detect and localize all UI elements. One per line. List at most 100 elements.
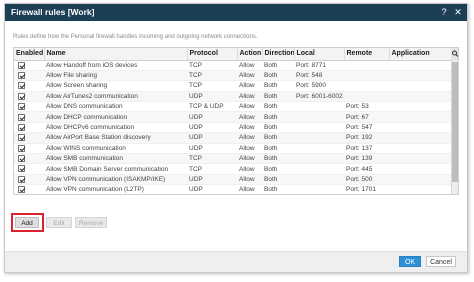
cell-name: Allow WINS communication: [44, 143, 187, 155]
cell-application: [389, 132, 451, 144]
add-button[interactable]: Add: [15, 217, 39, 228]
cell-remote: Port: 139: [344, 153, 389, 165]
enabled-checkbox[interactable]: [18, 144, 25, 152]
cell-protocol: UDP: [187, 184, 237, 194]
enabled-cell: [14, 80, 44, 92]
enabled-checkbox[interactable]: [18, 103, 25, 111]
ok-button[interactable]: OK: [399, 256, 421, 267]
cell-direction: Both: [262, 70, 294, 82]
enabled-checkbox[interactable]: [18, 61, 25, 69]
cell-name: Allow Screen sharing: [44, 80, 187, 92]
table-row[interactable]: Allow AirTunes2 communication UDP Allow Bot…: [14, 91, 451, 103]
table-row[interactable]: Allow AirPort Base Station discovery UDP A…: [14, 132, 451, 144]
cell-local: [294, 184, 344, 194]
column-header-direction[interactable]: Direction: [262, 48, 295, 61]
edit-button[interactable]: Edit: [46, 217, 72, 228]
help-icon[interactable]: ?: [438, 6, 450, 18]
enabled-checkbox[interactable]: [18, 71, 25, 79]
table-row[interactable]: Allow File sharing TCP Allow Both Port: 548: [14, 70, 451, 82]
enabled-checkbox[interactable]: [18, 165, 25, 173]
cell-action: Allow: [237, 91, 262, 103]
cell-local: [294, 101, 344, 113]
cell-remote: Port: 137: [344, 143, 389, 155]
enabled-checkbox[interactable]: [18, 123, 25, 131]
cell-direction: Both: [262, 184, 294, 194]
remove-button[interactable]: Remove: [75, 217, 107, 228]
search-icon[interactable]: [451, 48, 458, 60]
enabled-cell: [14, 184, 44, 194]
column-header-local[interactable]: Local: [294, 48, 345, 61]
rules-table-container: Enabled Name Protocol Action Direction L…: [13, 47, 459, 195]
enabled-checkbox[interactable]: [18, 155, 25, 163]
cell-application: [389, 184, 451, 194]
table-row[interactable]: Allow VPN communication (ISAKMP/IKE) UDP A…: [14, 174, 451, 186]
column-header-name[interactable]: Name: [44, 48, 188, 61]
column-header-protocol[interactable]: Protocol: [187, 48, 238, 61]
cell-remote: Port: 445: [344, 163, 389, 175]
cell-protocol: TCP: [187, 60, 237, 71]
cell-direction: Both: [262, 91, 294, 103]
scrollbar-thumb[interactable]: [452, 62, 458, 182]
column-header-remote[interactable]: Remote: [344, 48, 390, 61]
cell-name: Allow AirTunes2 communication: [44, 91, 187, 103]
cell-protocol: UDP: [187, 174, 237, 186]
cell-direction: Both: [262, 143, 294, 155]
enabled-checkbox[interactable]: [18, 175, 25, 183]
table-row[interactable]: Allow DHCP communication UDP Allow Both Port…: [14, 111, 451, 123]
cell-local: Port: 5900: [294, 80, 344, 92]
cell-remote: Port: 67: [344, 111, 389, 123]
cell-application: [389, 111, 451, 123]
cell-remote: Port: 1701: [344, 184, 389, 194]
enabled-cell: [14, 70, 44, 82]
enabled-cell: [14, 122, 44, 134]
cell-name: Allow Handoff from iOS devices: [44, 60, 187, 71]
cell-action: Allow: [237, 70, 262, 82]
cell-protocol: UDP: [187, 122, 237, 134]
cell-remote: Port: 547: [344, 122, 389, 134]
cell-remote: [344, 80, 389, 92]
enabled-checkbox[interactable]: [18, 92, 25, 100]
cell-application: [389, 143, 451, 155]
enabled-cell: [14, 174, 44, 186]
cell-application: [389, 60, 451, 71]
cell-protocol: TCP & UDP: [187, 101, 237, 113]
cell-direction: Both: [262, 174, 294, 186]
enabled-checkbox[interactable]: [18, 113, 25, 121]
cell-protocol: TCP: [187, 70, 237, 82]
column-header-action[interactable]: Action: [237, 48, 263, 61]
enabled-checkbox[interactable]: [18, 82, 25, 90]
firewall-rules-dialog: Firewall rules [Work] ? ✕ Rules define h…: [4, 3, 468, 273]
column-header-enabled[interactable]: Enabled: [14, 48, 45, 61]
cancel-button[interactable]: Cancel: [426, 256, 456, 267]
cell-protocol: TCP: [187, 153, 237, 165]
table-row[interactable]: Allow VPN communication (L2TP) UDP Allow Bo…: [14, 184, 451, 194]
window-title: Firewall rules [Work]: [11, 7, 95, 17]
enabled-checkbox[interactable]: [18, 134, 25, 142]
cell-application: [389, 163, 451, 175]
table-row[interactable]: Allow SMB communication TCP Allow Both Port:…: [14, 153, 451, 165]
cell-name: Allow AirPort Base Station discovery: [44, 132, 187, 144]
cell-action: Allow: [237, 174, 262, 186]
cell-local: Port: 8771: [294, 60, 344, 71]
table-row[interactable]: Allow WINS communication UDP Allow Both Port…: [14, 143, 451, 155]
cell-protocol: TCP: [187, 163, 237, 175]
enabled-checkbox[interactable]: [18, 186, 25, 194]
close-icon[interactable]: ✕: [452, 6, 464, 18]
cell-application: [389, 80, 451, 92]
table-row[interactable]: Allow Handoff from iOS devices TCP Allow Bo…: [14, 60, 451, 71]
cell-name: Allow File sharing: [44, 70, 187, 82]
table-row[interactable]: Allow DNS communication TCP & UDP Allow Bot…: [14, 101, 451, 113]
cell-application: [389, 122, 451, 134]
table-row[interactable]: Allow Screen sharing TCP Allow Both Port: 59…: [14, 80, 451, 92]
table-row[interactable]: Allow DHCPv6 communication UDP Allow Both Po…: [14, 122, 451, 134]
cell-name: Allow DHCP communication: [44, 111, 187, 123]
cell-remote: Port: 192: [344, 132, 389, 144]
column-header-application[interactable]: Application: [389, 48, 452, 61]
cell-name: Allow SMB Domain Server communication: [44, 163, 187, 175]
table-row[interactable]: Allow SMB Domain Server communication TCP…: [14, 163, 451, 175]
enabled-cell: [14, 111, 44, 123]
cell-action: Allow: [237, 163, 262, 175]
cell-remote: [344, 91, 389, 103]
cell-action: Allow: [237, 60, 262, 71]
cell-direction: Both: [262, 80, 294, 92]
